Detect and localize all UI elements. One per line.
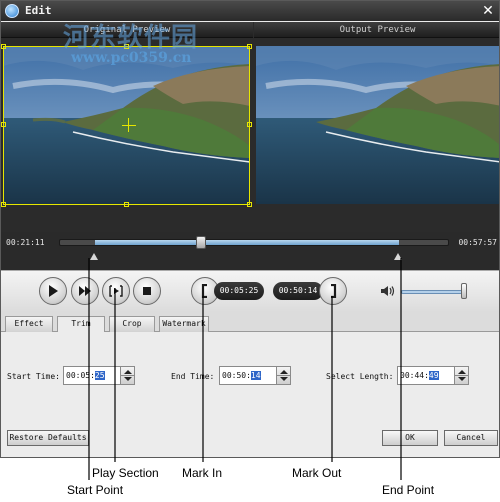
tab-effect[interactable]: Effect	[5, 316, 53, 332]
start-time-label: Start Time:	[7, 372, 60, 381]
tab-crop[interactable]: Crop	[109, 316, 155, 332]
tab-watermark[interactable]: Watermark	[159, 316, 209, 332]
crosshair-icon-vertical[interactable]	[128, 118, 129, 132]
total-time: 00:57:57	[458, 238, 497, 247]
select-length-value: 00:44:	[400, 371, 429, 380]
play-section-button[interactable]	[102, 277, 130, 305]
start-time-value: 00:05:	[66, 371, 95, 380]
crop-frame[interactable]	[1, 44, 252, 207]
crop-handle-top-right[interactable]	[247, 44, 252, 49]
output-preview-video	[256, 46, 499, 204]
ok-button[interactable]: OK	[382, 430, 438, 446]
app-icon	[5, 4, 19, 18]
callout-mark-out: Mark Out	[292, 466, 342, 480]
stop-icon	[143, 287, 151, 295]
edit-tabs: Effect Trim Crop Watermark	[1, 312, 499, 333]
callout-end-point: End Point	[382, 483, 435, 497]
edit-window: Edit ✕ 河东软件园 www.pc0359.cn Original Prev…	[0, 0, 500, 458]
callout-start-point: Start Point	[67, 483, 124, 497]
select-length-selected: 49	[428, 371, 439, 380]
crop-handle-bottom[interactable]	[124, 202, 129, 207]
cancel-button[interactable]: Cancel	[444, 430, 498, 446]
crop-handle-top-left[interactable]	[1, 44, 6, 49]
crop-handle-bottom-left[interactable]	[1, 202, 6, 207]
play-button[interactable]	[39, 277, 67, 305]
start-time-selected: 25	[94, 371, 105, 380]
mark-in-icon	[201, 284, 207, 298]
select-length-stepper[interactable]	[454, 367, 468, 384]
output-preview-label: Output Preview	[254, 22, 499, 38]
select-length-label: Select Length:	[326, 372, 394, 381]
end-time-label: End Time:	[171, 372, 215, 381]
select-length-field[interactable]: 00:44:49	[397, 366, 469, 385]
timeline-track[interactable]	[59, 239, 449, 246]
end-time-selected: 14	[250, 371, 261, 380]
start-time-stepper[interactable]	[120, 367, 134, 384]
callout-mark-in: Mark In	[182, 466, 223, 480]
trim-panel: Start Time: 00:05:25 End Time: 00:50:14 …	[1, 332, 499, 457]
watermark-url: www.pc0359.cn	[71, 50, 192, 66]
next-frame-button[interactable]	[71, 277, 99, 305]
mark-in-time: 00:05:25	[214, 282, 264, 300]
end-time-stepper[interactable]	[276, 367, 290, 384]
start-point-marker[interactable]	[90, 253, 99, 260]
stop-button[interactable]	[133, 277, 161, 305]
timeline-selection	[95, 240, 400, 245]
start-time-field[interactable]: 00:05:25	[63, 366, 135, 385]
watermark-text: 河东软件园	[63, 23, 199, 53]
crop-handle-right[interactable]	[247, 122, 252, 127]
window-title: Edit	[25, 4, 52, 17]
mark-out-time: 00:50:14	[273, 282, 323, 300]
crop-handle-bottom-right[interactable]	[247, 202, 252, 207]
end-point-marker[interactable]	[394, 253, 403, 260]
playback-controls: 00:05:25 00:50:14	[1, 270, 499, 312]
playhead-thumb[interactable]	[196, 236, 207, 249]
end-time-field[interactable]: 00:50:14	[219, 366, 291, 385]
volume-slider[interactable]	[401, 290, 467, 294]
callout-play-section: Play Section	[92, 466, 159, 480]
close-icon[interactable]: ✕	[479, 3, 497, 19]
play-section-icon	[109, 285, 123, 297]
current-time: 00:21:11	[6, 238, 45, 247]
timeline: 00:21:11 00:57:57	[1, 232, 499, 270]
restore-defaults-button[interactable]: Restore Defaults	[7, 430, 89, 446]
crop-handle-left[interactable]	[1, 122, 6, 127]
tab-trim[interactable]: Trim	[57, 316, 105, 333]
end-time-value: 00:50:	[222, 371, 251, 380]
next-frame-icon	[79, 286, 91, 296]
play-icon	[49, 285, 58, 297]
mark-out-icon	[331, 284, 337, 298]
speaker-icon[interactable]	[380, 284, 396, 298]
crosshair-icon[interactable]	[122, 125, 136, 126]
mark-out-button[interactable]	[319, 277, 347, 305]
volume-thumb[interactable]	[460, 283, 467, 299]
